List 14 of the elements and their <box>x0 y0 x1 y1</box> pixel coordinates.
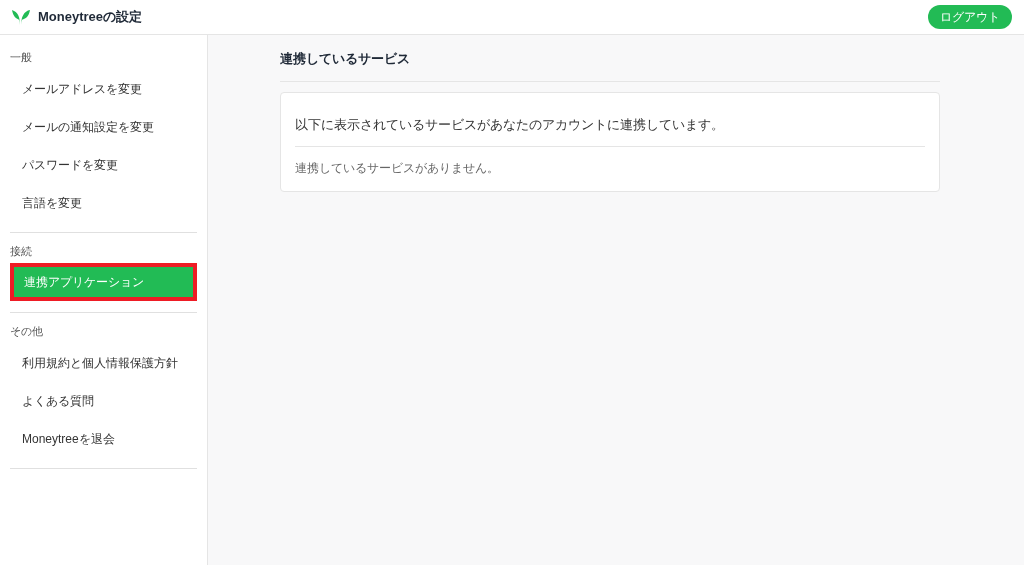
nav-item[interactable]: メールの通知設定を変更 <box>10 107 197 146</box>
nav-item[interactable]: メールアドレスを変更 <box>10 69 197 108</box>
nav-item[interactable]: Moneytreeを退会 <box>10 419 197 458</box>
section-heading: その他 <box>10 324 44 339</box>
section-heading: 接続 <box>10 243 33 259</box>
section-title: 連携しているサービス <box>280 49 940 82</box>
empty-message: 連携しているサービスがありません。 <box>295 160 500 177</box>
section-heading: 一般 <box>10 50 33 65</box>
nav-item[interactable]: パスワードを変更 <box>10 145 197 184</box>
nav-item[interactable]: 言語を変更 <box>10 183 197 222</box>
nav-item[interactable]: 利用規約と個人情報保護方針 <box>10 343 197 382</box>
page-title: Moneytreeの設定 <box>38 8 143 27</box>
nav-item[interactable]: よくある質問 <box>10 381 197 420</box>
card-description: 以下に表示されているサービスがあなたのアカウントに連携しています。 <box>295 114 925 147</box>
